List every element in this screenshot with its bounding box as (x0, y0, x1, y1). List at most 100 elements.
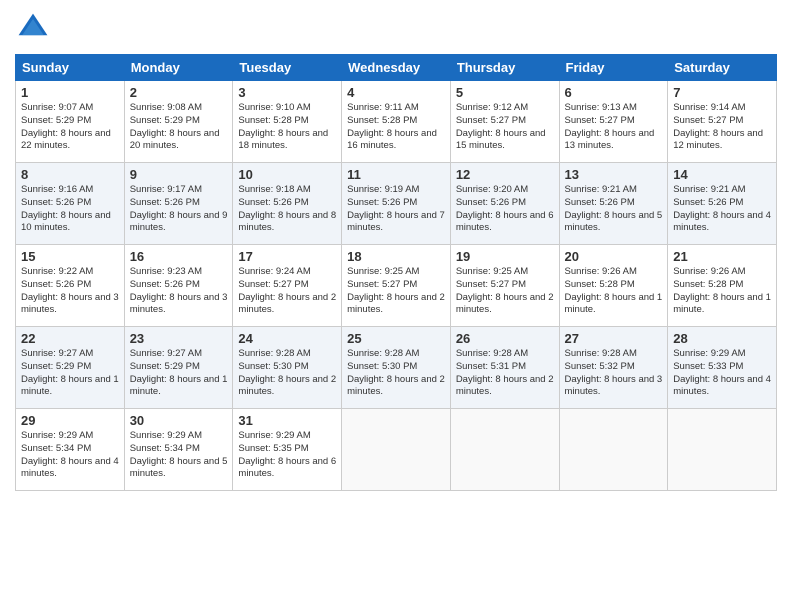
cell-info: Sunrise: 9:07 AMSunset: 5:29 PMDaylight:… (21, 102, 111, 151)
day-number: 4 (347, 85, 445, 100)
calendar-cell: 31 Sunrise: 9:29 AMSunset: 5:35 PMDayligh… (233, 409, 342, 491)
cell-info: Sunrise: 9:28 AMSunset: 5:30 PMDaylight:… (238, 348, 336, 397)
calendar-cell: 10Sunrise: 9:18 AMSunset: 5:26 PMDayligh… (233, 163, 342, 245)
cell-info: Sunrise: 9:25 AMSunset: 5:27 PMDaylight:… (347, 266, 445, 315)
day-number: 14 (673, 167, 771, 182)
day-number: 8 (21, 167, 119, 182)
calendar-cell: 3Sunrise: 9:10 AMSunset: 5:28 PMDaylight… (233, 81, 342, 163)
day-number: 23 (130, 331, 228, 346)
calendar-cell: 6 Sunrise: 9:13 AMSunset: 5:27 PMDaylight… (559, 81, 668, 163)
logo-icon (15, 10, 51, 46)
calendar-cell: 27 Sunrise: 9:28 AMSunset: 5:32 PMDayligh… (559, 327, 668, 409)
header (15, 10, 777, 46)
cell-info: Sunrise: 9:28 AMSunset: 5:30 PMDaylight:… (347, 348, 445, 397)
day-number: 5 (456, 85, 554, 100)
day-header-monday: Monday (124, 55, 233, 81)
calendar-cell: 7 Sunrise: 9:14 AMSunset: 5:27 PMDaylight… (668, 81, 777, 163)
calendar-cell: 28 Sunrise: 9:29 AMSunset: 5:33 PMDayligh… (668, 327, 777, 409)
calendar-week-3: 15 Sunrise: 9:22 AMSunset: 5:26 PMDayligh… (16, 245, 777, 327)
day-number: 9 (130, 167, 228, 182)
cell-info: Sunrise: 9:28 AMSunset: 5:32 PMDaylight:… (565, 348, 663, 397)
day-header-friday: Friday (559, 55, 668, 81)
cell-info: Sunrise: 9:21 AMSunset: 5:26 PMDaylight:… (565, 184, 663, 233)
calendar-cell: 16Sunrise: 9:23 AMSunset: 5:26 PMDayligh… (124, 245, 233, 327)
day-header-thursday: Thursday (450, 55, 559, 81)
cell-info: Sunrise: 9:16 AMSunset: 5:26 PMDaylight:… (21, 184, 111, 233)
day-number: 17 (238, 249, 336, 264)
day-number: 29 (21, 413, 119, 428)
cell-info: Sunrise: 9:27 AMSunset: 5:29 PMDaylight:… (21, 348, 119, 397)
calendar-cell: 2Sunrise: 9:08 AMSunset: 5:29 PMDaylight… (124, 81, 233, 163)
calendar-week-2: 8 Sunrise: 9:16 AMSunset: 5:26 PMDaylight… (16, 163, 777, 245)
calendar-cell: 9 Sunrise: 9:17 AMSunset: 5:26 PMDaylight… (124, 163, 233, 245)
calendar-cell: 5 Sunrise: 9:12 AMSunset: 5:27 PMDaylight… (450, 81, 559, 163)
calendar-cell: 22 Sunrise: 9:27 AMSunset: 5:29 PMDayligh… (16, 327, 125, 409)
cell-info: Sunrise: 9:14 AMSunset: 5:27 PMDaylight:… (673, 102, 763, 151)
calendar-header-row: SundayMondayTuesdayWednesdayThursdayFrid… (16, 55, 777, 81)
cell-info: Sunrise: 9:19 AMSunset: 5:26 PMDaylight:… (347, 184, 445, 233)
calendar-cell: 25 Sunrise: 9:28 AMSunset: 5:30 PMDayligh… (342, 327, 451, 409)
cell-info: Sunrise: 9:29 AMSunset: 5:33 PMDaylight:… (673, 348, 771, 397)
calendar-cell (450, 409, 559, 491)
day-number: 2 (130, 85, 228, 100)
day-number: 20 (565, 249, 663, 264)
calendar-cell: 21 Sunrise: 9:26 AMSunset: 5:28 PMDayligh… (668, 245, 777, 327)
calendar-week-4: 22 Sunrise: 9:27 AMSunset: 5:29 PMDayligh… (16, 327, 777, 409)
day-number: 22 (21, 331, 119, 346)
calendar-cell: 30 Sunrise: 9:29 AMSunset: 5:34 PMDayligh… (124, 409, 233, 491)
cell-info: Sunrise: 9:26 AMSunset: 5:28 PMDaylight:… (673, 266, 771, 315)
calendar-cell: 11 Sunrise: 9:19 AMSunset: 5:26 PMDayligh… (342, 163, 451, 245)
calendar-cell (668, 409, 777, 491)
calendar-cell: 1Sunrise: 9:07 AMSunset: 5:29 PMDaylight… (16, 81, 125, 163)
calendar-cell: 13 Sunrise: 9:21 AMSunset: 5:26 PMDayligh… (559, 163, 668, 245)
calendar-cell: 26Sunrise: 9:28 AMSunset: 5:31 PMDayligh… (450, 327, 559, 409)
cell-info: Sunrise: 9:29 AMSunset: 5:34 PMDaylight:… (130, 430, 228, 479)
cell-info: Sunrise: 9:29 AMSunset: 5:34 PMDaylight:… (21, 430, 119, 479)
cell-info: Sunrise: 9:29 AMSunset: 5:35 PMDaylight:… (238, 430, 336, 479)
logo (15, 10, 55, 46)
cell-info: Sunrise: 9:20 AMSunset: 5:26 PMDaylight:… (456, 184, 554, 233)
calendar-cell: 17 Sunrise: 9:24 AMSunset: 5:27 PMDayligh… (233, 245, 342, 327)
calendar-cell: 29 Sunrise: 9:29 AMSunset: 5:34 PMDayligh… (16, 409, 125, 491)
calendar-table: SundayMondayTuesdayWednesdayThursdayFrid… (15, 54, 777, 491)
cell-info: Sunrise: 9:12 AMSunset: 5:27 PMDaylight:… (456, 102, 546, 151)
day-number: 28 (673, 331, 771, 346)
cell-info: Sunrise: 9:21 AMSunset: 5:26 PMDaylight:… (673, 184, 771, 233)
calendar-cell: 23 Sunrise: 9:27 AMSunset: 5:29 PMDayligh… (124, 327, 233, 409)
day-number: 15 (21, 249, 119, 264)
cell-info: Sunrise: 9:23 AMSunset: 5:26 PMDaylight:… (130, 266, 228, 315)
day-number: 3 (238, 85, 336, 100)
cell-info: Sunrise: 9:24 AMSunset: 5:27 PMDaylight:… (238, 266, 336, 315)
day-number: 27 (565, 331, 663, 346)
day-number: 30 (130, 413, 228, 428)
cell-info: Sunrise: 9:22 AMSunset: 5:26 PMDaylight:… (21, 266, 119, 315)
cell-info: Sunrise: 9:27 AMSunset: 5:29 PMDaylight:… (130, 348, 228, 397)
day-number: 31 (238, 413, 336, 428)
day-number: 13 (565, 167, 663, 182)
day-number: 21 (673, 249, 771, 264)
calendar-cell: 19 Sunrise: 9:25 AMSunset: 5:27 PMDayligh… (450, 245, 559, 327)
calendar-cell: 15 Sunrise: 9:22 AMSunset: 5:26 PMDayligh… (16, 245, 125, 327)
calendar-cell: 24 Sunrise: 9:28 AMSunset: 5:30 PMDayligh… (233, 327, 342, 409)
cell-info: Sunrise: 9:11 AMSunset: 5:28 PMDaylight:… (347, 102, 437, 151)
cell-info: Sunrise: 9:13 AMSunset: 5:27 PMDaylight:… (565, 102, 655, 151)
day-number: 11 (347, 167, 445, 182)
day-number: 12 (456, 167, 554, 182)
day-header-sunday: Sunday (16, 55, 125, 81)
day-number: 26 (456, 331, 554, 346)
day-number: 18 (347, 249, 445, 264)
day-number: 7 (673, 85, 771, 100)
calendar-cell (342, 409, 451, 491)
calendar-cell (559, 409, 668, 491)
day-number: 24 (238, 331, 336, 346)
calendar-cell: 8 Sunrise: 9:16 AMSunset: 5:26 PMDaylight… (16, 163, 125, 245)
cell-info: Sunrise: 9:25 AMSunset: 5:27 PMDaylight:… (456, 266, 554, 315)
page-container: SundayMondayTuesdayWednesdayThursdayFrid… (0, 0, 792, 612)
day-number: 19 (456, 249, 554, 264)
cell-info: Sunrise: 9:18 AMSunset: 5:26 PMDaylight:… (238, 184, 336, 233)
calendar-week-1: 1Sunrise: 9:07 AMSunset: 5:29 PMDaylight… (16, 81, 777, 163)
day-number: 25 (347, 331, 445, 346)
day-number: 6 (565, 85, 663, 100)
cell-info: Sunrise: 9:26 AMSunset: 5:28 PMDaylight:… (565, 266, 663, 315)
cell-info: Sunrise: 9:17 AMSunset: 5:26 PMDaylight:… (130, 184, 228, 233)
